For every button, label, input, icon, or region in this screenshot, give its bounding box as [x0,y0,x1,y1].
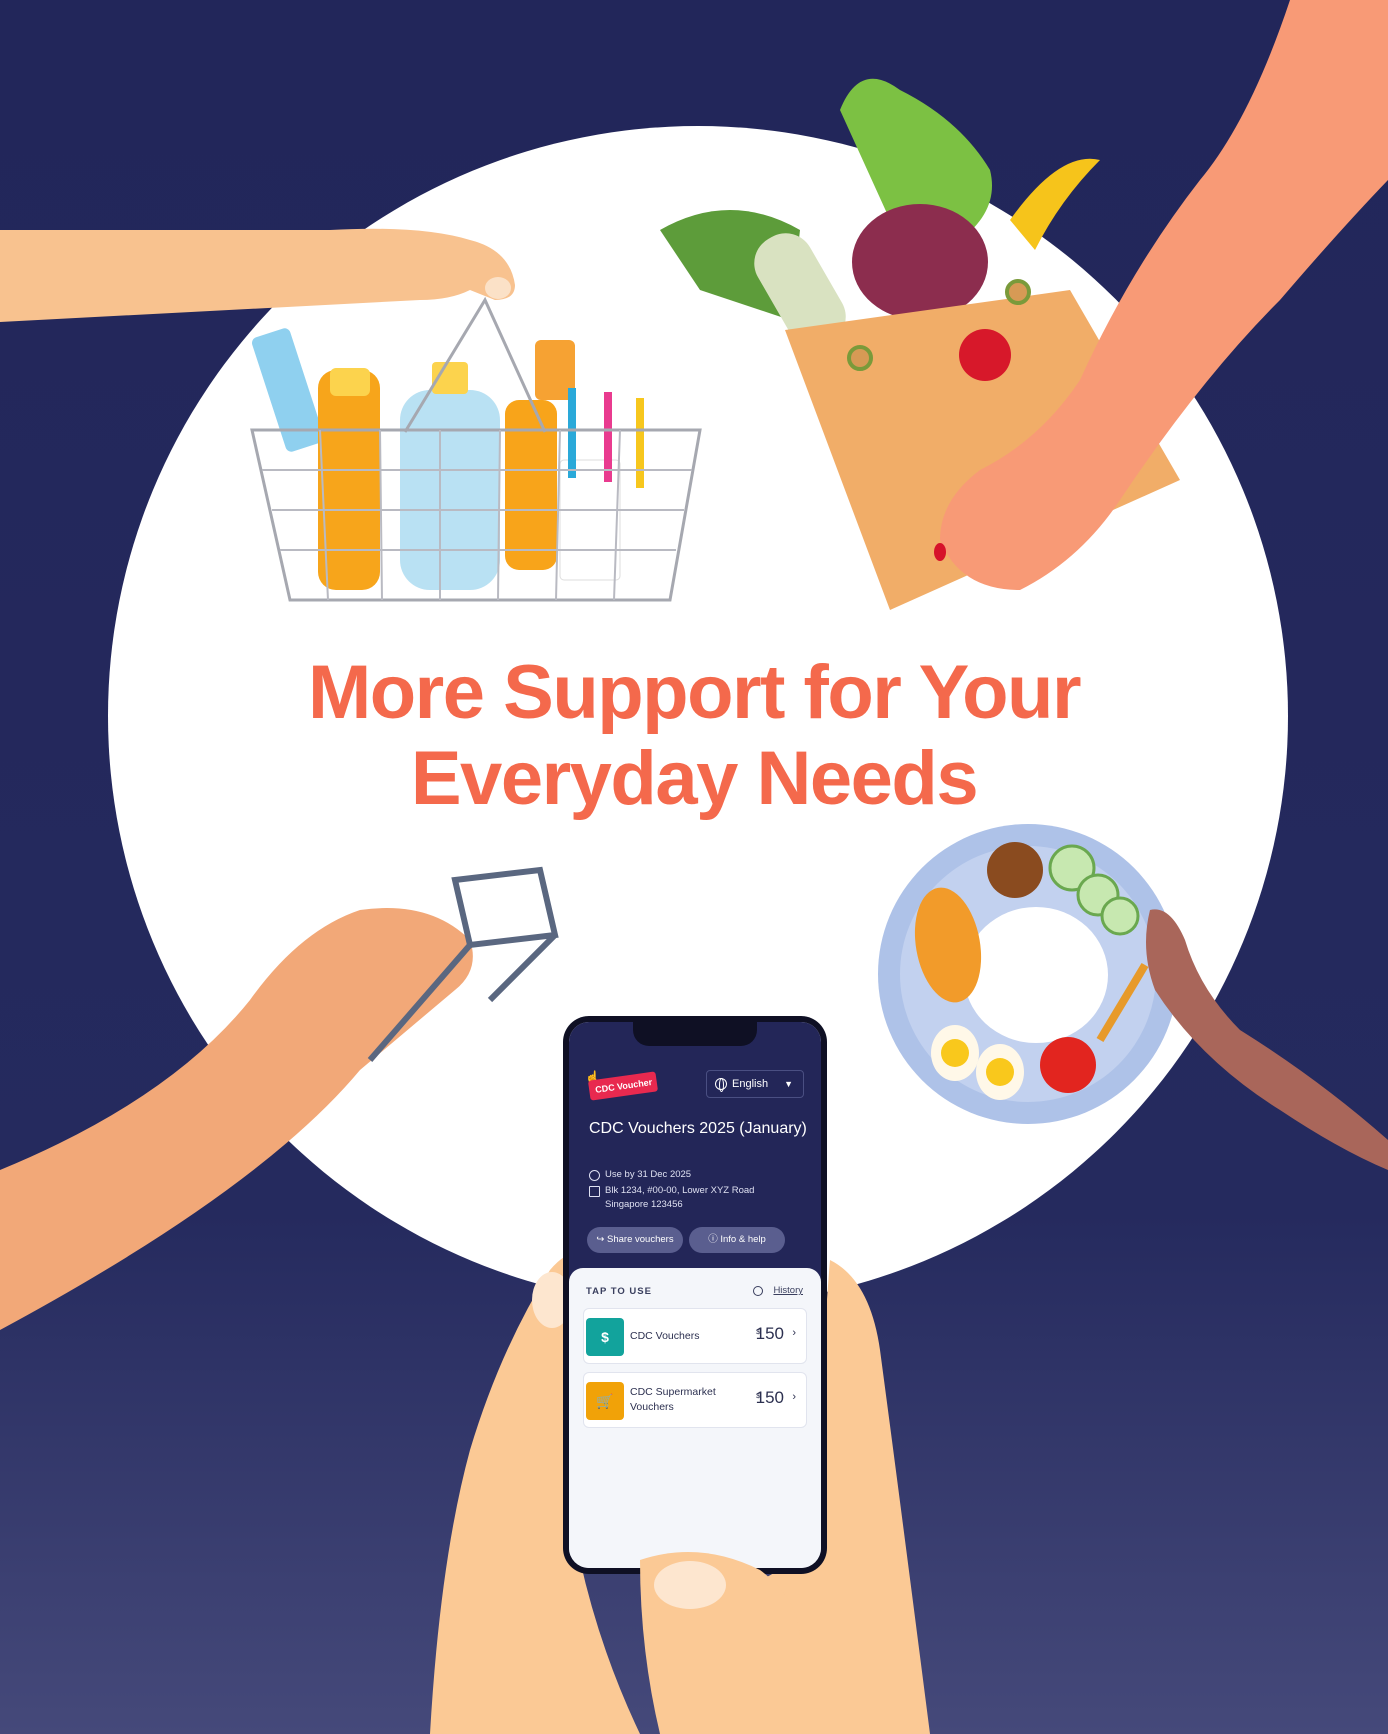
chevron-down-icon: ▼ [784,1079,793,1089]
phone: ☝ CDC Voucher English ▼ CDC Vouchers 202… [563,1016,827,1574]
share-icon: ↪ [596,1234,608,1245]
language-label: English [732,1078,769,1090]
use-by-text: Use by 31 Dec 2025 [605,1169,692,1180]
info-help-label: Info & help [720,1234,766,1245]
clock-icon [589,1170,600,1181]
cdc-vouchers-card[interactable]: $ CDC Vouchers $ 150 › [583,1308,807,1364]
language-selector[interactable]: English ▼ [706,1070,804,1098]
address-line-1: Blk 1234, #00-00, Lower XYZ Road [605,1185,755,1196]
headline-line-2: Everyday Needs [410,736,979,821]
voucher-amount: 150 [755,1388,784,1407]
help-icon: ⓘ [708,1234,721,1245]
address-icon [589,1186,600,1197]
headline-line-1: More Support for Your [307,650,1082,735]
voucher-label: CDC Vouchers [630,1329,700,1342]
phone-screen: ☝ CDC Voucher English ▼ CDC Vouchers 202… [569,1022,821,1568]
voucher-title: CDC Vouchers 2025 (January) [589,1120,807,1137]
supermarket-vouchers-card[interactable]: 🛒 CDC Supermarket Vouchers $ 150 › [583,1372,807,1428]
shopping-cart-icon: 🛒 [586,1382,624,1420]
voucher-sheet: TAP TO USE History $ CDC Vouchers $ 150 … [569,1268,821,1568]
poster: More Support for Your Everyday Needs ☝ C… [0,0,1388,1734]
share-vouchers-label: Share vouchers [607,1234,674,1245]
address-line-2: Singapore 123456 [605,1199,683,1210]
chevron-right-icon: › [792,1327,796,1339]
tap-to-use-label: TAP TO USE [586,1286,652,1297]
voucher-header: ☝ CDC Voucher English ▼ CDC Vouchers 202… [569,1022,821,1284]
history-icon [753,1286,763,1296]
history-link[interactable]: History [773,1285,803,1296]
voucher-ticket-icon: $ [586,1318,624,1356]
chevron-right-icon: › [792,1391,796,1403]
globe-icon [715,1078,727,1092]
info-help-button[interactable]: ⓘ Info & help [689,1227,785,1253]
phone-notch [633,1022,757,1046]
voucher-amount: 150 [755,1324,784,1343]
voucher-label: CDC Supermarket Vouchers [630,1386,716,1413]
share-vouchers-button[interactable]: ↪ Share vouchers [587,1227,683,1253]
